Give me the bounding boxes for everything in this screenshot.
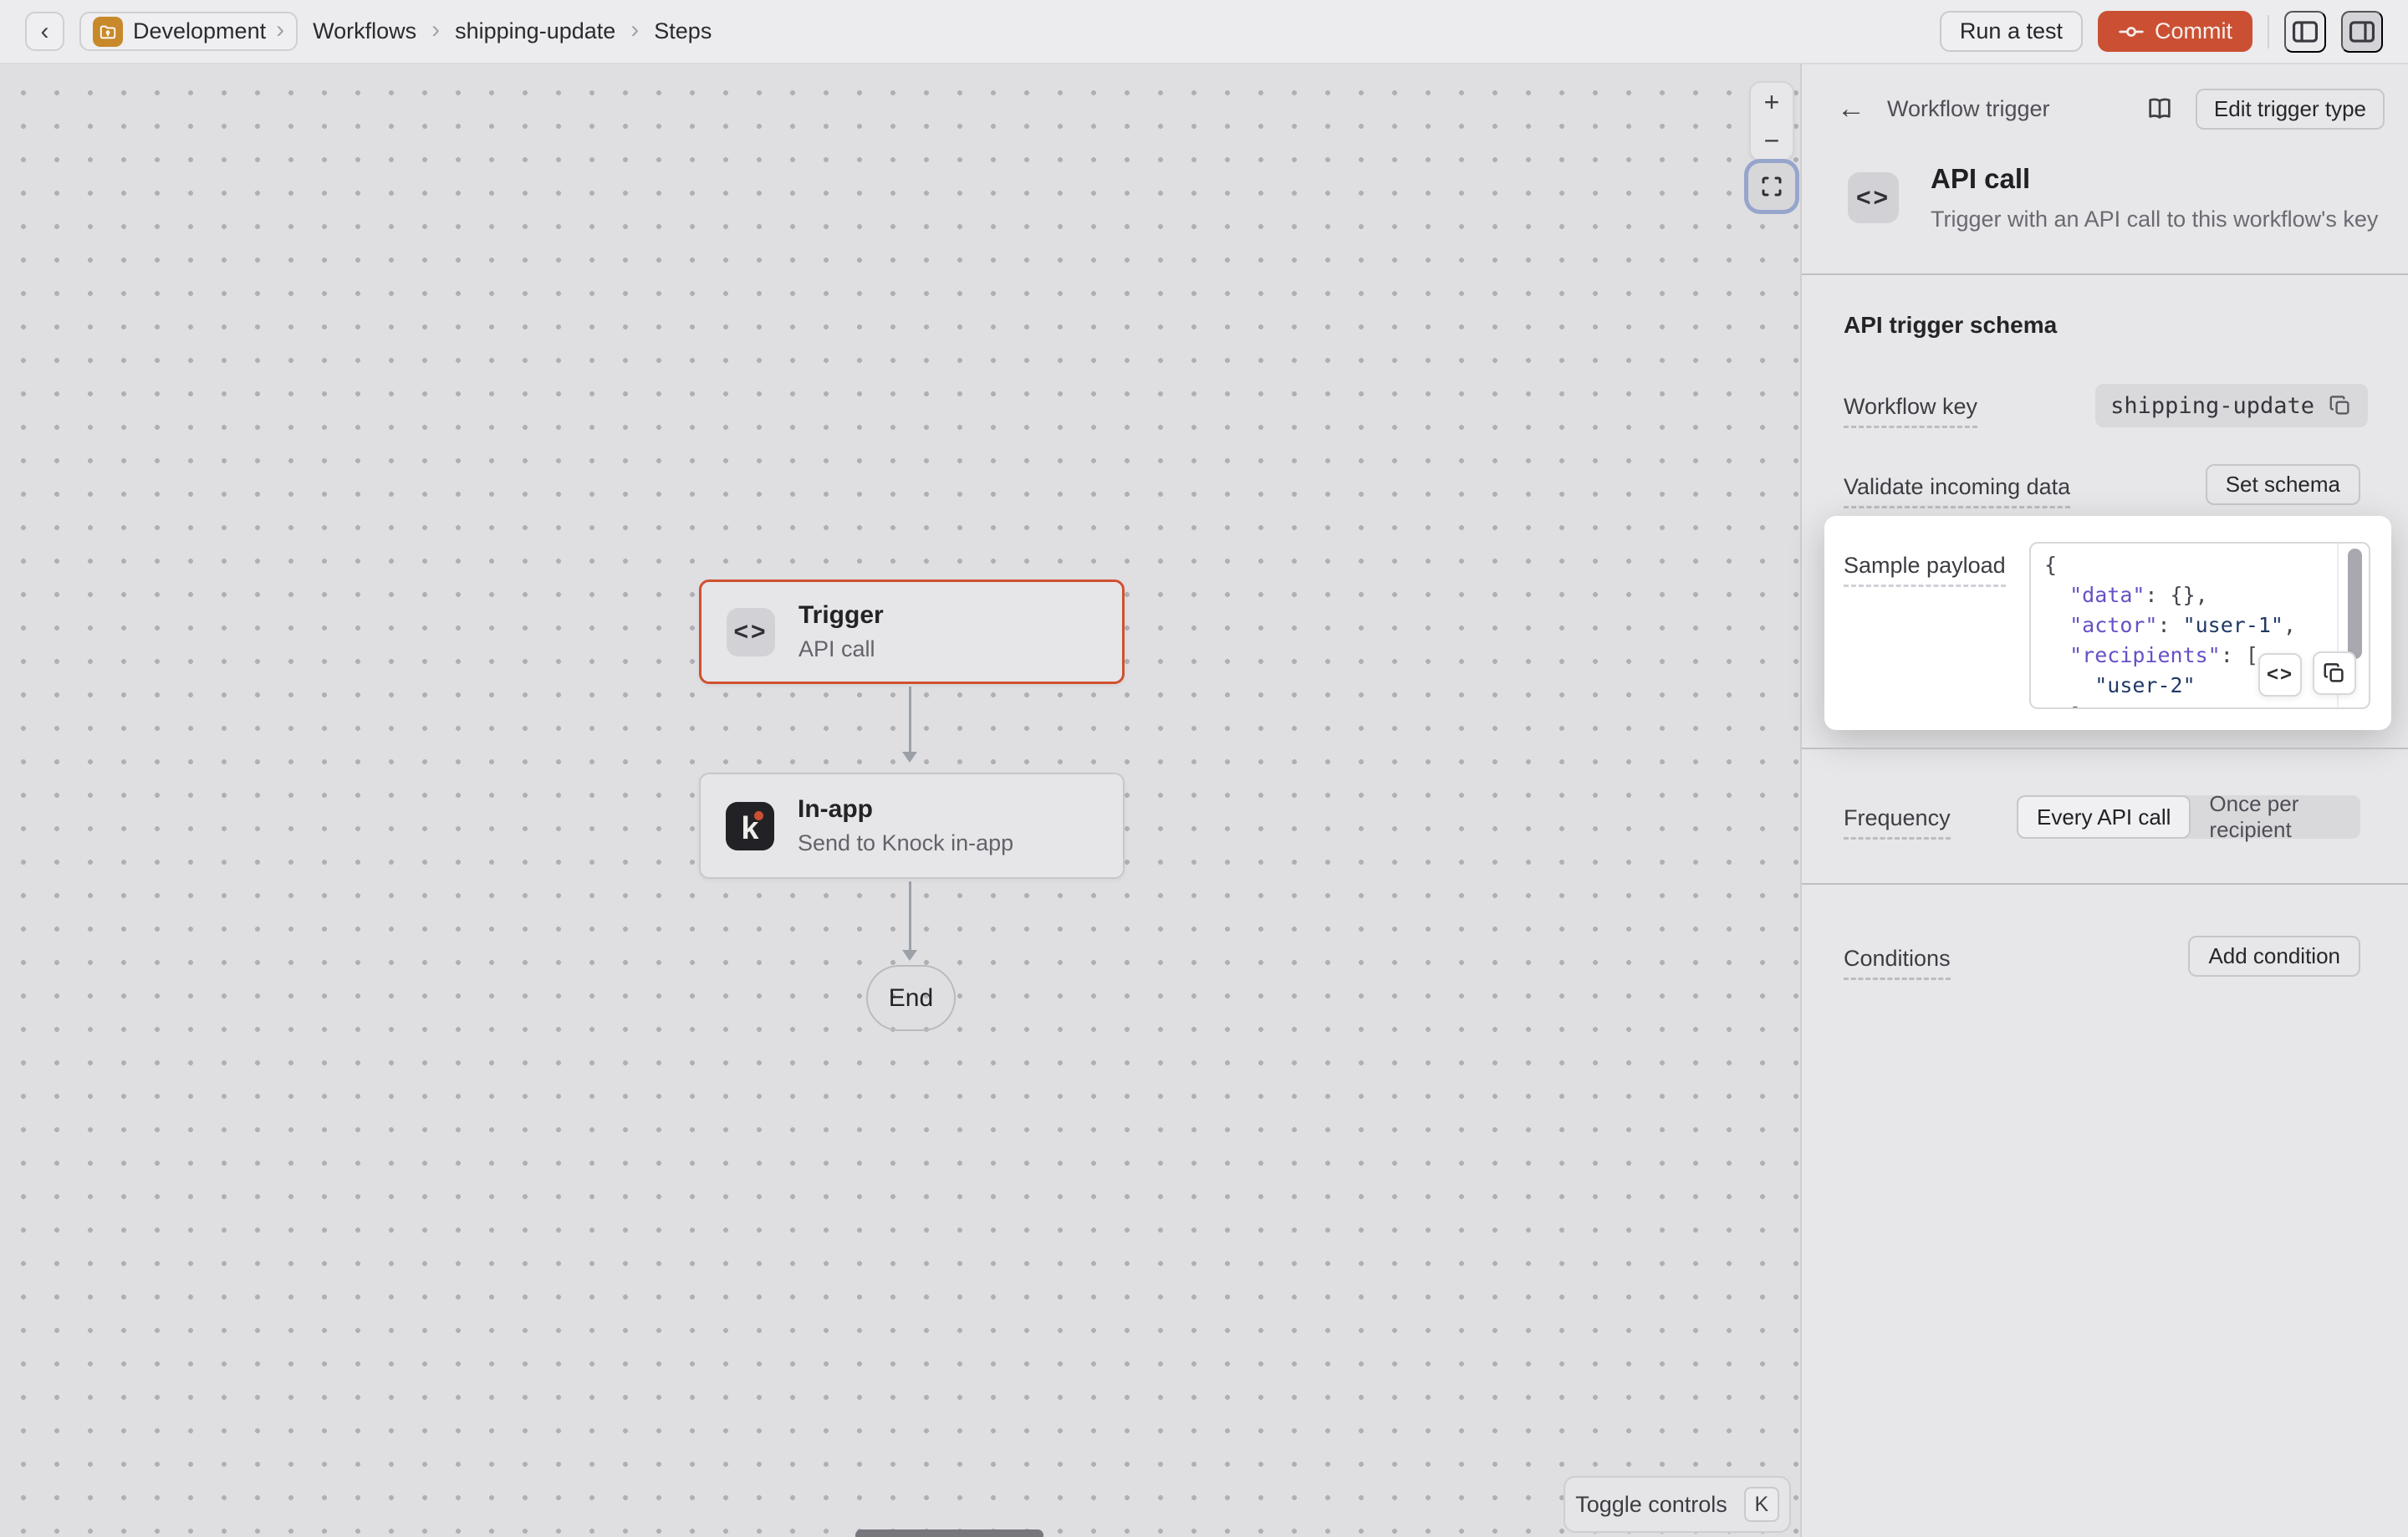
environment-folder-icon xyxy=(93,17,123,47)
panel-title: Workflow trigger xyxy=(1887,96,2050,122)
trigger-type-title: API call xyxy=(1931,163,2378,195)
topbar-actions: Run a test Commit xyxy=(1940,11,2383,53)
panel-back-icon[interactable]: ← xyxy=(1837,94,1865,123)
in-app-step-node[interactable]: k In-app Send to Knock in-app xyxy=(699,773,1125,879)
commit-label: Commit xyxy=(2155,18,2232,44)
arrowhead-icon xyxy=(902,752,917,763)
commit-button[interactable]: Commit xyxy=(2098,11,2252,52)
back-button[interactable]: ‹ xyxy=(25,12,64,51)
frequency-option-every-api-call[interactable]: Every API call xyxy=(2017,795,2191,839)
workflow-key-text: shipping-update xyxy=(2110,393,2314,419)
breadcrumb-workflows[interactable]: Workflows xyxy=(313,18,416,44)
node-title: Trigger xyxy=(798,601,884,630)
copy-icon[interactable] xyxy=(2328,393,2353,418)
workflow-key-value[interactable]: shipping-update xyxy=(2095,384,2368,427)
edge-connector xyxy=(909,881,911,950)
chevron-right-icon: › xyxy=(431,18,440,46)
node-subtitle: API call xyxy=(798,636,884,662)
frequency-segmented-control: Every API call Once per recipient xyxy=(2017,795,2360,839)
edge-connector xyxy=(909,687,911,752)
toggle-controls-hint[interactable]: Toggle controls K xyxy=(1564,1476,1791,1533)
frequency-label: Frequency xyxy=(1844,805,1951,840)
workflow-key-label: Workflow key xyxy=(1844,394,1977,428)
chevron-right-icon: › xyxy=(630,18,639,46)
copy-icon xyxy=(2322,661,2347,686)
section-heading-api-trigger-schema: API trigger schema xyxy=(1844,312,2057,339)
open-code-editor-button[interactable]: <> xyxy=(2258,653,2302,697)
toggle-right-panel-button[interactable] xyxy=(2341,11,2383,53)
add-condition-button[interactable]: Add condition xyxy=(2188,936,2360,977)
zoom-out-button[interactable]: − xyxy=(1764,127,1780,154)
node-subtitle: Send to Knock in-app xyxy=(798,830,1013,856)
offscreen-toast xyxy=(855,1529,1043,1537)
trigger-type-description: Trigger with an API call to this workflo… xyxy=(1931,207,2378,232)
divider xyxy=(2268,15,2269,49)
toggle-controls-label: Toggle controls xyxy=(1575,1492,1727,1518)
editor-scrollbar[interactable] xyxy=(2348,549,2362,659)
node-title: In-app xyxy=(798,795,1013,824)
sample-payload-label: Sample payload xyxy=(1844,553,2006,587)
set-schema-button[interactable]: Set schema xyxy=(2206,464,2360,505)
edit-trigger-type-button[interactable]: Edit trigger type xyxy=(2196,89,2385,130)
frequency-option-once-per-recipient[interactable]: Once per recipient xyxy=(2191,795,2360,839)
arrowhead-icon xyxy=(902,950,917,961)
knock-logo-dot xyxy=(754,811,763,820)
workflow-canvas[interactable]: + − <> Trigger API call k xyxy=(0,64,1802,1537)
breadcrumb-workflow-key[interactable]: shipping-update xyxy=(455,18,615,44)
run-a-test-button[interactable]: Run a test xyxy=(1940,11,2083,52)
divider xyxy=(1802,273,2408,275)
environment-label: Development xyxy=(133,18,266,44)
conditions-label: Conditions xyxy=(1844,946,1951,980)
environment-switcher[interactable]: Development › xyxy=(79,12,298,51)
top-bar: ‹ Development › Workflows › shipping-upd… xyxy=(0,0,2408,64)
fit-view-icon xyxy=(1759,174,1784,199)
sample-payload-spotlight: Sample payload { "data": {}, "actor": "u… xyxy=(1824,516,2391,730)
trigger-step-node[interactable]: <> Trigger API call xyxy=(699,580,1125,684)
knock-logo: k xyxy=(726,802,774,850)
zoom-in-button[interactable]: + xyxy=(1764,89,1780,115)
copy-payload-button[interactable] xyxy=(2313,651,2356,695)
keyboard-key-k: K xyxy=(1744,1487,1779,1522)
divider xyxy=(1802,748,2408,749)
chevron-right-icon: › xyxy=(276,18,284,46)
step-settings-panel: ← Workflow trigger Edit trigger type <> … xyxy=(1802,64,2408,1537)
divider xyxy=(1802,883,2408,885)
panel-left-icon xyxy=(2289,16,2321,48)
docs-book-icon[interactable] xyxy=(2145,94,2174,123)
fit-view-button[interactable] xyxy=(1748,163,1795,210)
git-commit-icon xyxy=(2118,18,2145,45)
zoom-controls: + − xyxy=(1749,81,1794,161)
toggle-left-panel-button[interactable] xyxy=(2284,11,2326,53)
end-node: End xyxy=(866,965,956,1031)
panel-right-icon xyxy=(2346,16,2378,48)
code-icon: <> xyxy=(727,608,775,656)
validate-incoming-data-label: Validate incoming data xyxy=(1844,474,2070,508)
trigger-type-summary: <> API call Trigger with an API call to … xyxy=(1848,163,2378,232)
panel-header: ← Workflow trigger Edit trigger type xyxy=(1802,88,2408,130)
breadcrumb-steps: Steps xyxy=(654,18,712,44)
code-icon: <> xyxy=(1848,172,1899,223)
